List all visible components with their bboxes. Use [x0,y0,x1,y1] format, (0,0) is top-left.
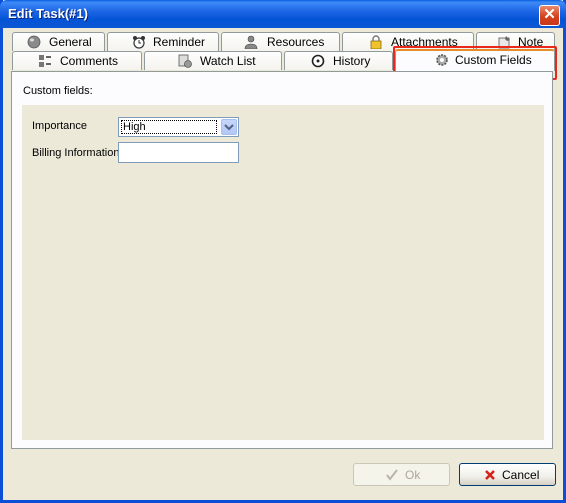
check-icon [386,469,398,481]
tab-reminder-label: Reminder [153,35,206,49]
close-icon: ✕ [543,6,556,23]
page-heading: Custom fields: [23,85,93,97]
comments-icon [39,55,51,67]
tab-resources[interactable]: Resources [221,32,340,51]
fields-panel: Importance High Billing Information [22,105,544,440]
tab-watch-list[interactable]: Watch List [144,51,282,70]
tab-reminder[interactable]: Reminder [107,32,219,51]
alarm-clock-icon [133,36,145,49]
tab-general[interactable]: General [12,32,105,51]
tab-custom-fields-label: Custom Fields [455,53,532,67]
dropdown-button[interactable] [221,119,237,135]
title-bar[interactable]: Edit Task(#1) ✕ [0,0,566,28]
tab-attachments-label: Attachments [391,35,458,49]
globe-icon [27,35,41,49]
cancel-x-icon [485,470,495,480]
tab-note-label: Note [518,35,544,49]
importance-value: High [121,120,217,134]
window-title: Edit Task(#1) [8,6,88,21]
cancel-button-label: Cancel [502,468,540,482]
tab-history-label: History [333,54,371,68]
note-pin-icon [498,36,510,49]
ok-button-label: Ok [405,468,421,482]
tab-history[interactable]: History [284,51,393,70]
tab-comments[interactable]: Comments [12,51,142,70]
tab-watch-list-label: Watch List [200,54,256,68]
tab-general-label: General [49,35,92,49]
tab-custom-fields[interactable]: Custom Fields [395,49,555,71]
importance-select[interactable]: High [118,117,239,137]
person-icon [244,35,258,49]
watch-list-icon [178,54,192,68]
billing-information-input[interactable] [118,142,239,163]
close-button[interactable]: ✕ [539,5,560,26]
history-icon [311,54,325,68]
tab-resources-label: Resources [267,35,325,49]
chevron-down-icon [224,124,234,131]
importance-label: Importance [32,120,88,132]
ok-button[interactable]: Ok [353,463,450,486]
tab-comments-label: Comments [60,54,119,68]
padlock-icon [370,35,382,49]
billing-information-label: Billing Information [32,147,120,159]
custom-fields-page: Custom fields: Importance High Billing I… [11,71,553,449]
gear-icon [436,54,448,66]
cancel-button[interactable]: Cancel [459,463,556,486]
